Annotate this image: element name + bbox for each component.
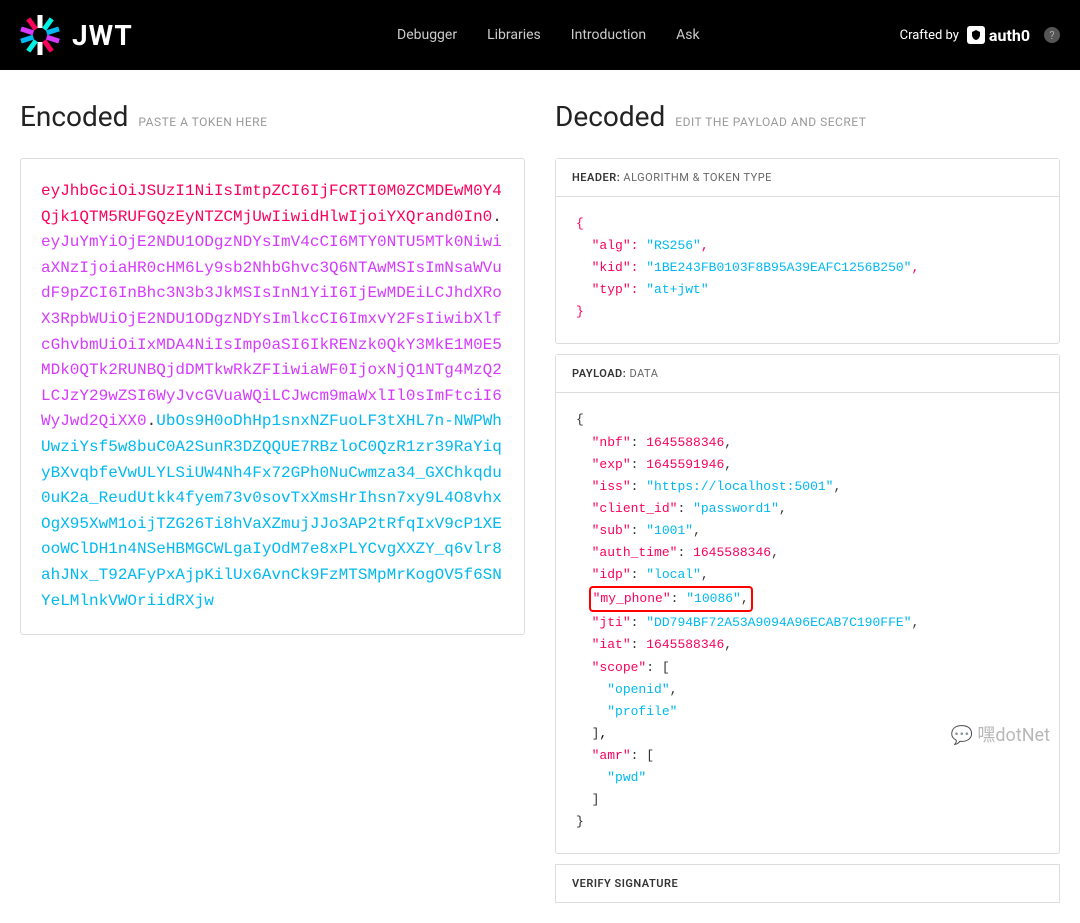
- navbar: J⁠W⁠T Debugger Libraries Introduction As…: [0, 0, 1080, 70]
- payload-json[interactable]: { "nbf": 1645588346, "exp": 1645591946, …: [556, 393, 1059, 853]
- content: Encoded PASTE A TOKEN HERE eyJhbGciOiJSU…: [0, 70, 1080, 923]
- watermark: 💬 嘿dotNet: [951, 721, 1050, 747]
- encoded-title: Encoded: [20, 100, 128, 133]
- nav-libraries[interactable]: Libraries: [487, 27, 541, 43]
- header-json[interactable]: { "alg": "RS256", "kid": "1BE243FB0103F8…: [556, 197, 1059, 343]
- nav-debugger[interactable]: Debugger: [397, 27, 457, 43]
- encoded-hint: PASTE A TOKEN HERE: [138, 115, 267, 129]
- encoded-column: Encoded PASTE A TOKEN HERE eyJhbGciOiJSU…: [20, 100, 525, 903]
- nav-introduction[interactable]: Introduction: [571, 27, 646, 43]
- decoded-hint: EDIT THE PAYLOAD AND SECRET: [675, 115, 866, 129]
- verify-signature-panel-title: VERIFY SIGNATURE: [555, 864, 1060, 903]
- crafted-by: Crafted by auth0 ?: [900, 26, 1060, 45]
- auth0-shield-icon: [967, 26, 985, 44]
- nav-ask[interactable]: Ask: [676, 27, 699, 43]
- encoded-token-input[interactable]: eyJhbGciOiJSUzI1NiIsImtpZCI6IjFCRTI0M0ZC…: [20, 158, 525, 635]
- header-panel-title: HEADER: ALGORITHM & TOKEN TYPE: [556, 159, 1059, 197]
- auth0-link[interactable]: auth0: [967, 26, 1030, 45]
- decoded-title: Decoded: [555, 100, 665, 133]
- header-panel: HEADER: ALGORITHM & TOKEN TYPE { "alg": …: [555, 158, 1060, 344]
- crafted-label: Crafted by: [900, 28, 959, 43]
- help-icon[interactable]: ?: [1044, 27, 1060, 43]
- logo-text: J⁠W⁠T: [72, 19, 133, 52]
- jwt-logo-icon: [20, 15, 60, 55]
- payload-panel: PAYLOAD: DATA { "nbf": 1645588346, "exp"…: [555, 354, 1060, 854]
- logo[interactable]: J⁠W⁠T: [20, 15, 133, 55]
- payload-panel-title: PAYLOAD: DATA: [556, 355, 1059, 393]
- auth0-text: auth0: [989, 26, 1030, 45]
- decoded-column: Decoded EDIT THE PAYLOAD AND SECRET HEAD…: [555, 100, 1060, 903]
- nav-links: Debugger Libraries Introduction Ask: [397, 27, 700, 43]
